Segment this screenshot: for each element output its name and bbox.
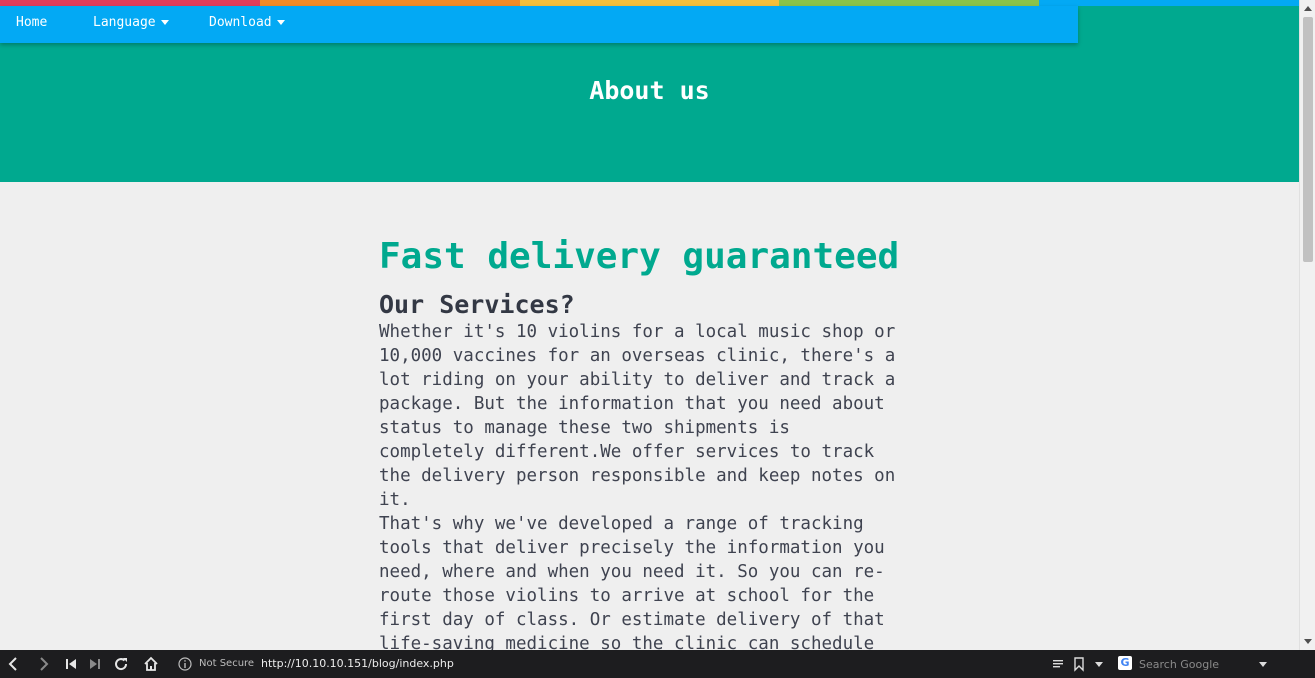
services-paragraph-1: Whether it's 10 violins for a local musi… [379,322,896,510]
nav-home-label: Home [16,15,48,30]
nav-download-label: Download [209,15,272,30]
bookmark-icon[interactable] [1071,656,1087,672]
headline: Fast delivery guaranteed [379,236,900,277]
dropdown-icon[interactable] [1095,662,1103,667]
address-bar[interactable]: http://10.10.10.151/blog/index.php [261,657,454,670]
search-box[interactable]: G [1118,655,1273,673]
scroll-down-arrow-icon[interactable] [1304,639,1312,644]
scroll-up-arrow-icon[interactable] [1304,6,1312,11]
search-input[interactable] [1139,656,1249,672]
info-icon[interactable] [177,656,193,672]
google-icon: G [1118,656,1132,670]
fast-forward-icon[interactable] [87,656,103,672]
forward-icon[interactable] [35,656,51,672]
nav-language-label: Language [93,15,156,30]
caret-down-icon [160,20,169,25]
back-icon[interactable] [6,656,22,672]
top-navbar: Home Language Download [0,6,1078,43]
nav-language-dropdown[interactable]: Language [93,6,169,39]
reload-icon[interactable] [113,656,129,672]
reader-icon[interactable] [1050,656,1066,672]
search-engine-dropdown-icon[interactable] [1259,662,1267,667]
page-viewport: About us Home Language Download Fast del… [0,0,1299,650]
main-content: Fast delivery guaranteed Our Services? W… [379,232,919,650]
services-paragraph-2: That's why we've developed a range of tr… [379,514,885,650]
vertical-scrollbar[interactable] [1299,0,1315,650]
scroll-thumb[interactable] [1303,17,1313,262]
rewind-icon[interactable] [63,656,79,672]
security-status[interactable]: Not Secure [199,658,254,669]
nav-download-dropdown[interactable]: Download [209,6,285,39]
page-title: About us [589,76,710,105]
nav-home[interactable]: Home [16,6,47,39]
home-icon[interactable] [143,656,159,672]
browser-bottom-bar: Not Secure http://10.10.10.151/blog/inde… [0,650,1315,678]
services-heading: Our Services? [379,290,575,319]
caret-down-icon [276,20,285,25]
